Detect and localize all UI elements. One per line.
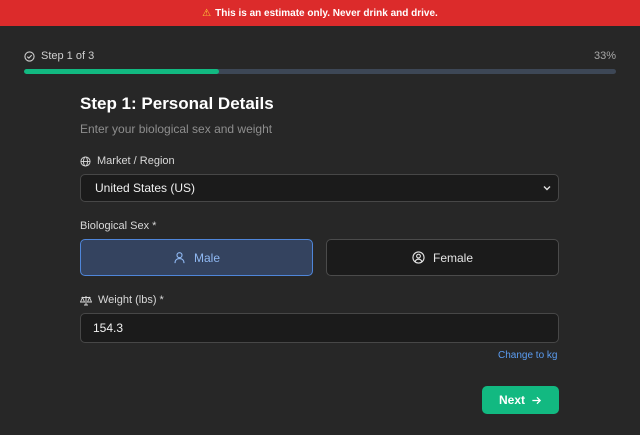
progress-bar [24, 69, 616, 74]
female-label: Female [432, 250, 473, 265]
check-circle-icon [24, 50, 35, 62]
male-label: Male [193, 250, 220, 265]
chevron-down-icon [542, 183, 552, 193]
sex-label: Biological Sex * [80, 220, 156, 232]
warning-icon: ⚠ [202, 7, 212, 19]
male-button[interactable]: Male [80, 239, 313, 276]
user-icon [173, 251, 186, 264]
weight-label: Weight (lbs) * [80, 294, 164, 306]
step-text: Step 1 of 3 [41, 50, 95, 62]
region-select-value: United States (US) [95, 181, 196, 195]
warning-text: This is an estimate only. Never drink an… [215, 7, 438, 19]
sex-label-text: Biological Sex * [80, 220, 157, 232]
scale-icon [80, 295, 92, 306]
user-circle-icon [412, 251, 425, 264]
region-label-text: Market / Region [97, 155, 175, 167]
weight-label-text: Weight (lbs) * [98, 294, 164, 306]
region-label: Market / Region [80, 155, 175, 167]
region-select[interactable]: United States (US) [80, 174, 559, 202]
page-subtitle: Enter your biological sex and weight [80, 122, 273, 136]
globe-icon [80, 155, 91, 167]
female-button[interactable]: Female [326, 239, 559, 276]
warning-banner: ⚠ This is an estimate only. Never drink … [0, 0, 640, 26]
next-label: Next [498, 393, 525, 407]
change-unit-link[interactable]: Change to kg [498, 350, 558, 361]
page-title: Step 1: Personal Details [80, 94, 274, 113]
progress-fill [24, 69, 220, 74]
arrow-right-icon [531, 395, 542, 406]
next-button[interactable]: Next [482, 386, 559, 414]
progress-percent: 33% [593, 50, 616, 62]
weight-input[interactable] [80, 313, 559, 343]
step-indicator: Step 1 of 3 33% [24, 48, 616, 64]
